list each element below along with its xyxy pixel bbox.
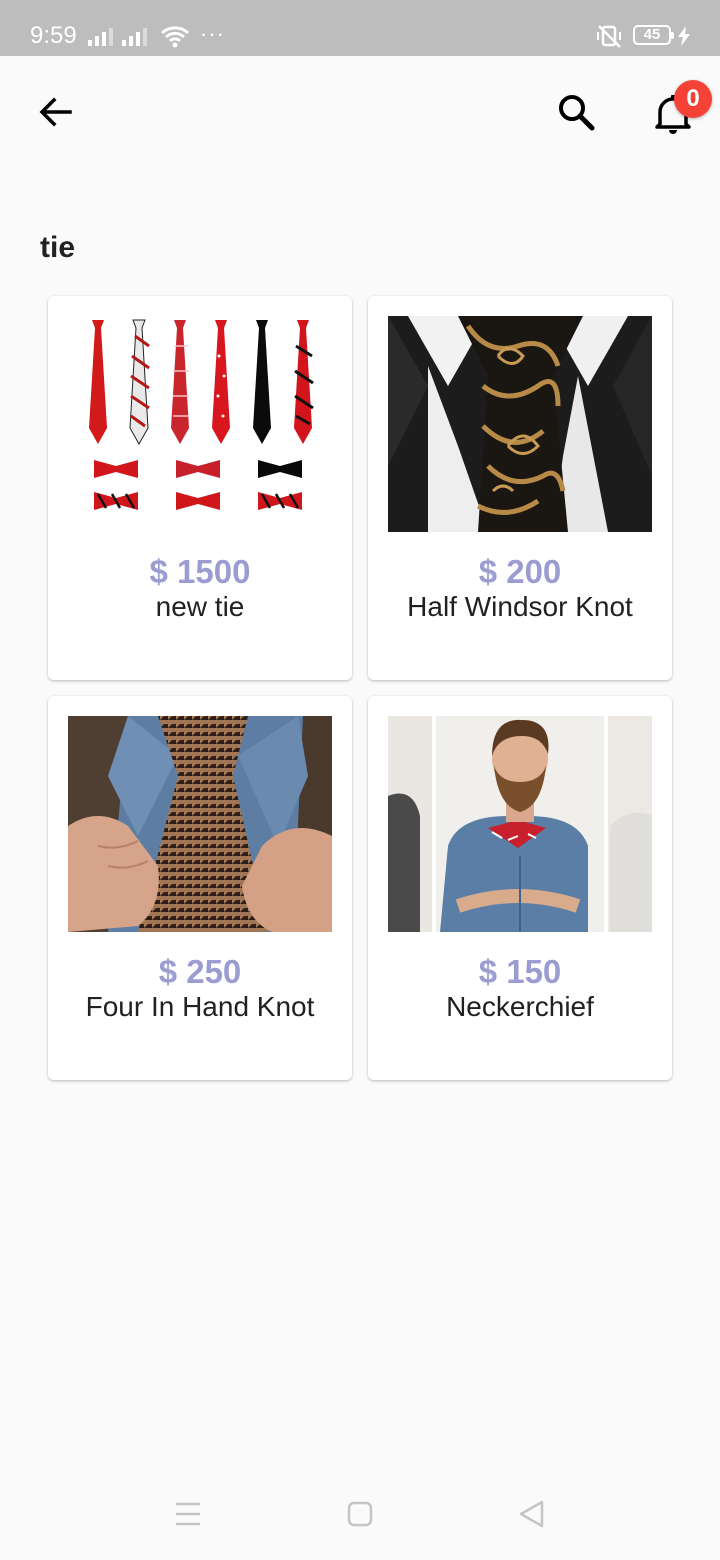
product-card[interactable]: $ 250 Four In Hand Knot xyxy=(48,696,352,1080)
product-name: Half Windsor Knot xyxy=(407,591,633,622)
product-name: new tie xyxy=(155,591,245,622)
product-name: Neckerchief xyxy=(446,991,594,1022)
notification-count-badge: 0 xyxy=(674,80,712,118)
product-price: $ 150 xyxy=(478,953,562,990)
product-card[interactable]: $ 150 Neckerchief xyxy=(368,696,672,1080)
app-bar xyxy=(0,56,720,168)
neckerchief-model-image xyxy=(388,716,652,932)
search-icon[interactable] xyxy=(554,90,598,134)
battery-icon: 45 xyxy=(633,25,674,45)
wifi-icon xyxy=(160,26,190,48)
product-card[interactable]: $ 1500 new tie xyxy=(48,296,352,680)
product-card[interactable]: $ 200 Half Windsor Knot xyxy=(368,296,672,680)
status-time: 9:59 xyxy=(30,22,77,49)
product-price: $ 1500 xyxy=(149,553,251,590)
signal-icon xyxy=(88,26,113,46)
status-bar: 9:59 ··· 45 xyxy=(0,0,720,56)
ties-collection-image xyxy=(68,316,332,532)
back-triangle-icon[interactable] xyxy=(512,1494,552,1534)
system-navigation-bar xyxy=(0,1470,720,1560)
product-name: Four In Hand Knot xyxy=(85,991,315,1022)
charging-bolt-icon xyxy=(678,26,690,46)
paisley-tie-image xyxy=(388,316,652,532)
signal-icon xyxy=(122,26,147,46)
more-notifications-icon: ··· xyxy=(200,21,225,46)
page-title: tie xyxy=(40,231,76,264)
menu-icon[interactable] xyxy=(168,1494,208,1534)
houndstooth-tie-image xyxy=(68,716,332,932)
vibrate-off-icon xyxy=(597,25,621,48)
product-price: $ 200 xyxy=(478,553,562,590)
back-arrow-icon[interactable] xyxy=(36,92,76,132)
home-square-icon[interactable] xyxy=(340,1494,380,1534)
product-price: $ 250 xyxy=(158,953,242,990)
